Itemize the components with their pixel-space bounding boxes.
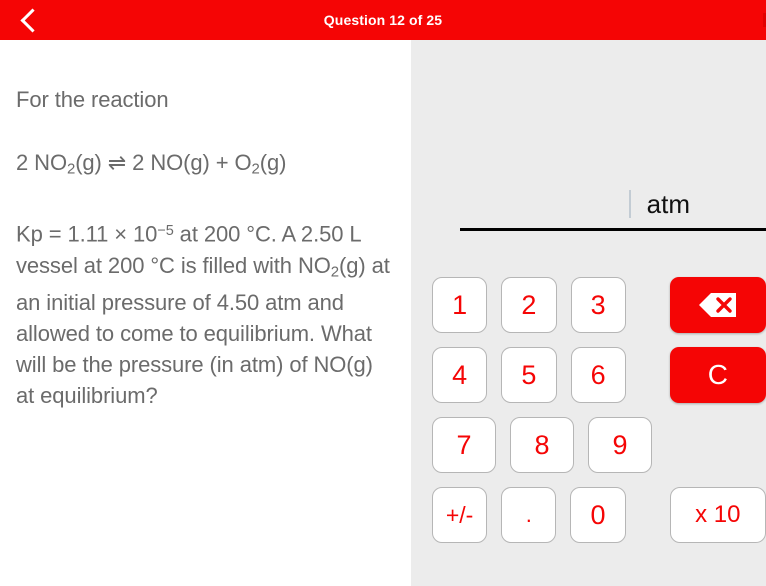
question-body-part1: Kp = 1.11 × 10 xyxy=(16,221,158,247)
question-intro: For the reaction xyxy=(16,87,169,112)
equation-product2-state: (g) xyxy=(259,150,287,175)
equation-plus: + xyxy=(215,150,229,175)
answer-input-area[interactable]: atm xyxy=(460,180,766,231)
equilibrium-arrow-icon: ⇌ xyxy=(107,150,127,175)
answer-unit-label: atm xyxy=(646,188,690,219)
quiz-screen: Question 12 of 25 For the reaction 2 NO2… xyxy=(0,0,766,586)
key-1[interactable]: 1 xyxy=(432,277,488,333)
clear-button[interactable]: C xyxy=(669,347,766,403)
equation-product1: NO xyxy=(150,150,184,175)
keypad-row: +/-. 0 x 10 xyxy=(432,487,766,543)
key-4[interactable]: 4 xyxy=(432,347,488,403)
answer-input-field[interactable]: atm xyxy=(460,180,766,231)
backspace-button[interactable] xyxy=(669,277,766,333)
key-3[interactable]: 3 xyxy=(570,277,626,333)
text-caret-icon xyxy=(628,190,631,218)
key-6[interactable]: 6 xyxy=(570,347,626,403)
key-7[interactable]: 7 xyxy=(432,417,496,473)
key-decimal-point[interactable]: . xyxy=(501,487,557,543)
app-header: Question 12 of 25 xyxy=(0,0,766,40)
backspace-delete-icon xyxy=(698,293,736,317)
keypad-row: 456C xyxy=(432,347,766,403)
equation-product1-state: (g) xyxy=(183,150,210,175)
question-body: Kp = 1.11 × 10−5 at 200 °C. A 2.50 L ves… xyxy=(16,216,395,411)
page-title: Question 12 of 25 xyxy=(323,12,443,28)
key-9[interactable]: 9 xyxy=(588,417,652,473)
equation-reactant: NO xyxy=(34,150,67,175)
keypad-row: 123 xyxy=(432,277,766,333)
question-body-exponent: −5 xyxy=(157,223,174,240)
key-8[interactable]: 8 xyxy=(510,417,574,473)
key-2[interactable]: 2 xyxy=(501,277,557,333)
equation-reactant-subscript: 2 xyxy=(66,160,76,178)
answer-panel: atm 1 2 3 4 5 6 C 7 8 9 +/-. 0 x 10 xyxy=(411,40,766,586)
key-sign-toggle[interactable]: +/- xyxy=(432,487,488,543)
chemical-equation: 2 NO2(g) ⇌ 2 NO(g) + O2(g) xyxy=(16,147,395,184)
equation-coefficient-reactant: 2 xyxy=(16,150,29,175)
numeric-keypad: 1 2 3 4 5 6 C 7 8 9 +/-. 0 x 10 xyxy=(432,277,766,557)
back-button[interactable] xyxy=(10,0,54,40)
key-0[interactable]: 0 xyxy=(570,487,626,543)
scientific-notation-button[interactable]: x 10 xyxy=(669,487,766,543)
equation-coefficient-product1: 2 xyxy=(132,150,145,175)
question-panel: For the reaction 2 NO2(g) ⇌ 2 NO(g) + O2… xyxy=(0,40,411,586)
keypad-row: 789 xyxy=(432,417,766,473)
equation-reactant-state: (g) xyxy=(75,150,102,175)
key-5[interactable]: 5 xyxy=(501,347,557,403)
question-body-subscript: 2 xyxy=(330,263,339,281)
chevron-left-icon xyxy=(19,7,45,33)
equation-product2-subscript: 2 xyxy=(251,160,260,178)
equation-product2: O xyxy=(234,150,252,175)
